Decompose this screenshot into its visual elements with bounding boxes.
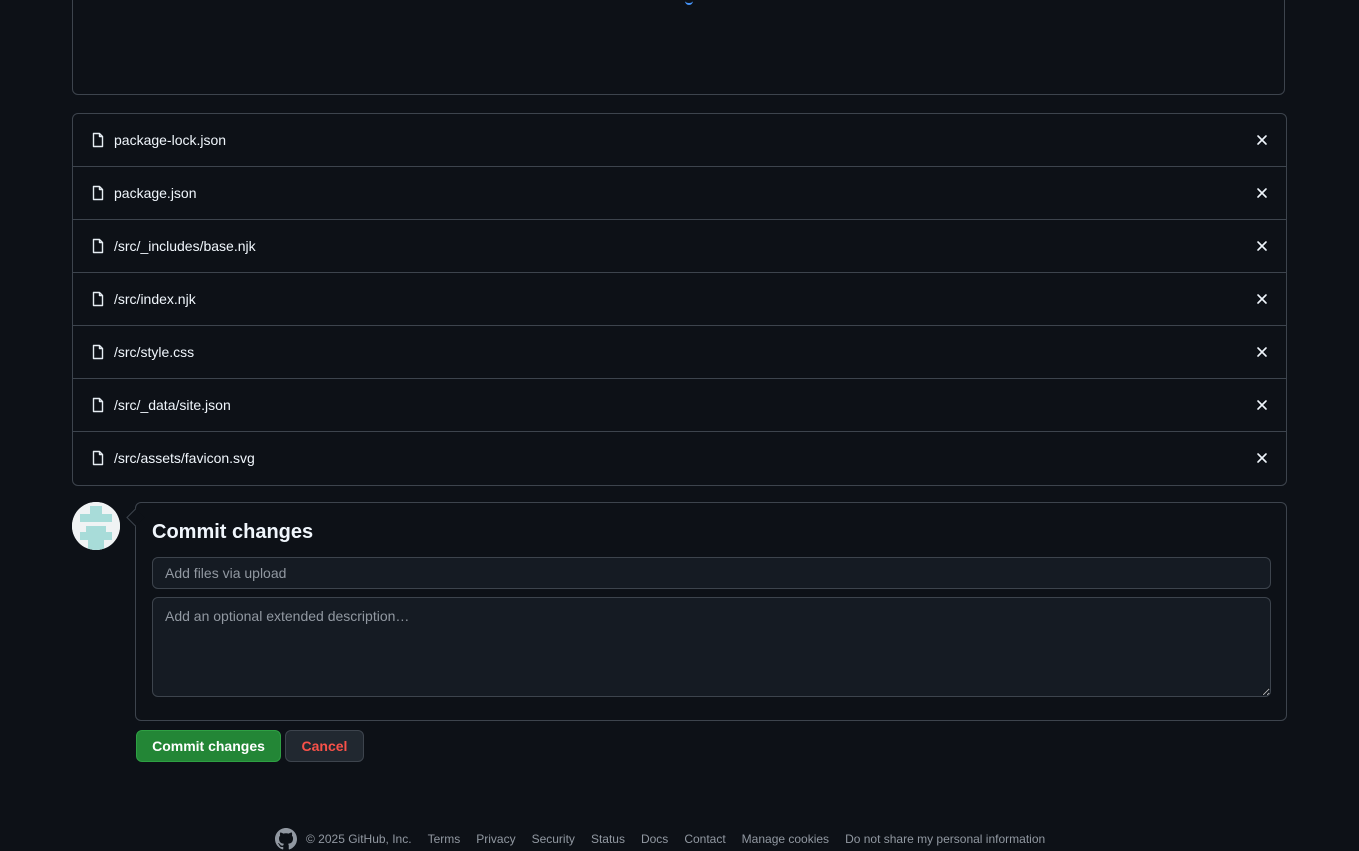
file-name: package-lock.json: [114, 132, 227, 148]
footer-link-status[interactable]: Status: [591, 832, 625, 846]
commit-form: Commit changes: [126, 502, 1287, 721]
file-drop-zone[interactable]: [72, 0, 1285, 95]
file-row: /src/_includes/base.njk: [73, 219, 1286, 272]
close-icon[interactable]: [1254, 344, 1270, 360]
drop-zone-link-fragment: [685, 0, 693, 5]
footer-link-do-not-share[interactable]: Do not share my personal information: [845, 832, 1045, 846]
footer-link-manage-cookies[interactable]: Manage cookies: [742, 832, 829, 846]
file-row: /src/assets/favicon.svg: [73, 431, 1286, 484]
file-name: /src/_includes/base.njk: [114, 238, 256, 254]
avatar[interactable]: [72, 502, 120, 550]
file-row: /src/index.njk: [73, 272, 1286, 325]
file-row: /src/style.css: [73, 325, 1286, 378]
file-icon: [90, 238, 106, 254]
file-name: /src/_data/site.json: [114, 397, 231, 413]
commit-description-input[interactable]: [152, 597, 1271, 697]
footer-link-privacy[interactable]: Privacy: [476, 832, 515, 846]
file-icon: [90, 344, 106, 360]
commit-summary-input[interactable]: [152, 557, 1271, 589]
footer-link-contact[interactable]: Contact: [684, 832, 725, 846]
file-icon: [90, 291, 106, 307]
file-icon: [90, 132, 106, 148]
file-row: package.json: [73, 166, 1286, 219]
github-logo-icon[interactable]: [275, 828, 297, 850]
file-name: /src/index.njk: [114, 291, 196, 307]
commit-title: Commit changes: [152, 521, 314, 543]
close-icon[interactable]: [1254, 132, 1270, 148]
file-row: /src/_data/site.json: [73, 378, 1286, 431]
close-icon[interactable]: [1254, 450, 1270, 466]
uploaded-file-list: package-lock.json package.json /src/_inc…: [72, 113, 1287, 486]
file-icon: [90, 450, 106, 466]
close-icon[interactable]: [1254, 238, 1270, 254]
file-icon: [90, 397, 106, 413]
footer-link-docs[interactable]: Docs: [641, 832, 668, 846]
footer-link-terms[interactable]: Terms: [428, 832, 461, 846]
commit-changes-button[interactable]: Commit changes: [136, 730, 281, 762]
comment-caret: [126, 508, 145, 527]
file-name: /src/style.css: [114, 344, 195, 360]
close-icon[interactable]: [1254, 185, 1270, 201]
file-name: /src/assets/favicon.svg: [114, 450, 255, 466]
file-row: package-lock.json: [73, 114, 1286, 166]
footer: © 2025 GitHub, Inc. Terms Privacy Securi…: [275, 827, 1061, 851]
footer-link-security[interactable]: Security: [532, 832, 575, 846]
cancel-button[interactable]: Cancel: [285, 730, 364, 762]
file-name: package.json: [114, 185, 197, 201]
file-icon: [90, 185, 106, 201]
footer-copyright: © 2025 GitHub, Inc.: [306, 832, 412, 846]
close-icon[interactable]: [1254, 291, 1270, 307]
close-icon[interactable]: [1254, 397, 1270, 413]
